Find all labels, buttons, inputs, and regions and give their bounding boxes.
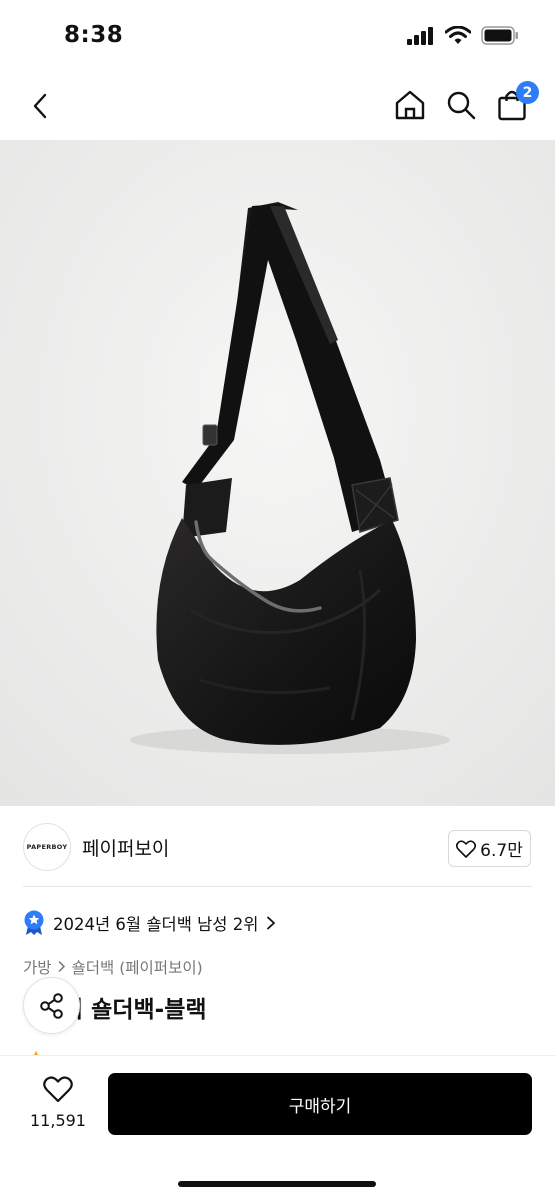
chevron-right-icon bbox=[58, 961, 65, 972]
cart-button[interactable]: 2 bbox=[496, 81, 539, 122]
breadcrumb: 가방 숄더백 (페이퍼보이) bbox=[23, 956, 203, 978]
ranking-medal-icon bbox=[24, 910, 44, 935]
product-title: 픽 숄더백-블랙 bbox=[62, 997, 207, 1023]
breadcrumb-category[interactable]: 가방 bbox=[23, 956, 52, 978]
wishlist-count: 11,591 bbox=[30, 1111, 86, 1130]
bottom-action-bar: 11,591 구매하기 bbox=[0, 1055, 555, 1201]
back-button[interactable] bbox=[22, 88, 58, 124]
shoulder-bag-illustration bbox=[0, 140, 555, 806]
signal-icon bbox=[407, 26, 433, 45]
battery-icon bbox=[481, 26, 518, 45]
brand-name[interactable]: 페이퍼보이 bbox=[82, 834, 169, 861]
wifi-icon bbox=[445, 26, 471, 44]
home-icon bbox=[395, 90, 425, 120]
brand-logo-text: PAPERBOY bbox=[26, 843, 68, 851]
brand-row[interactable]: PAPERBOY 페이퍼보이 6.7만 bbox=[0, 806, 555, 886]
share-button[interactable] bbox=[23, 977, 80, 1034]
status-icons bbox=[407, 26, 519, 45]
home-button[interactable] bbox=[392, 87, 428, 123]
brand-like-count: 6.7만 bbox=[480, 841, 523, 861]
divider bbox=[23, 886, 532, 887]
share-icon bbox=[39, 992, 63, 1019]
heart-icon bbox=[43, 1076, 73, 1103]
chevron-right-icon bbox=[267, 916, 276, 930]
ranking-text: 2024년 6월 숄더백 남성 2위 bbox=[53, 915, 259, 934]
nav-bar: 2 bbox=[0, 74, 555, 138]
buy-button[interactable]: 구매하기 bbox=[108, 1073, 532, 1135]
home-indicator bbox=[178, 1181, 376, 1187]
status-time: 8:38 bbox=[64, 22, 124, 48]
chevron-left-icon bbox=[33, 93, 47, 119]
wishlist-button[interactable]: 11,591 bbox=[22, 1076, 94, 1136]
heart-icon bbox=[456, 839, 477, 858]
breadcrumb-subcategory[interactable]: 숄더백 (페이퍼보이) bbox=[72, 956, 203, 978]
ranking-banner[interactable]: 2024년 6월 숄더백 남성 2위 bbox=[23, 908, 276, 938]
search-icon bbox=[447, 91, 476, 120]
product-image[interactable] bbox=[0, 140, 555, 806]
brand-logo[interactable]: PAPERBOY bbox=[23, 823, 71, 871]
brand-like-button[interactable]: 6.7만 bbox=[448, 830, 531, 867]
search-button[interactable] bbox=[443, 87, 479, 123]
cart-count-badge: 2 bbox=[516, 81, 539, 104]
status-bar: 8:38 bbox=[0, 0, 555, 74]
